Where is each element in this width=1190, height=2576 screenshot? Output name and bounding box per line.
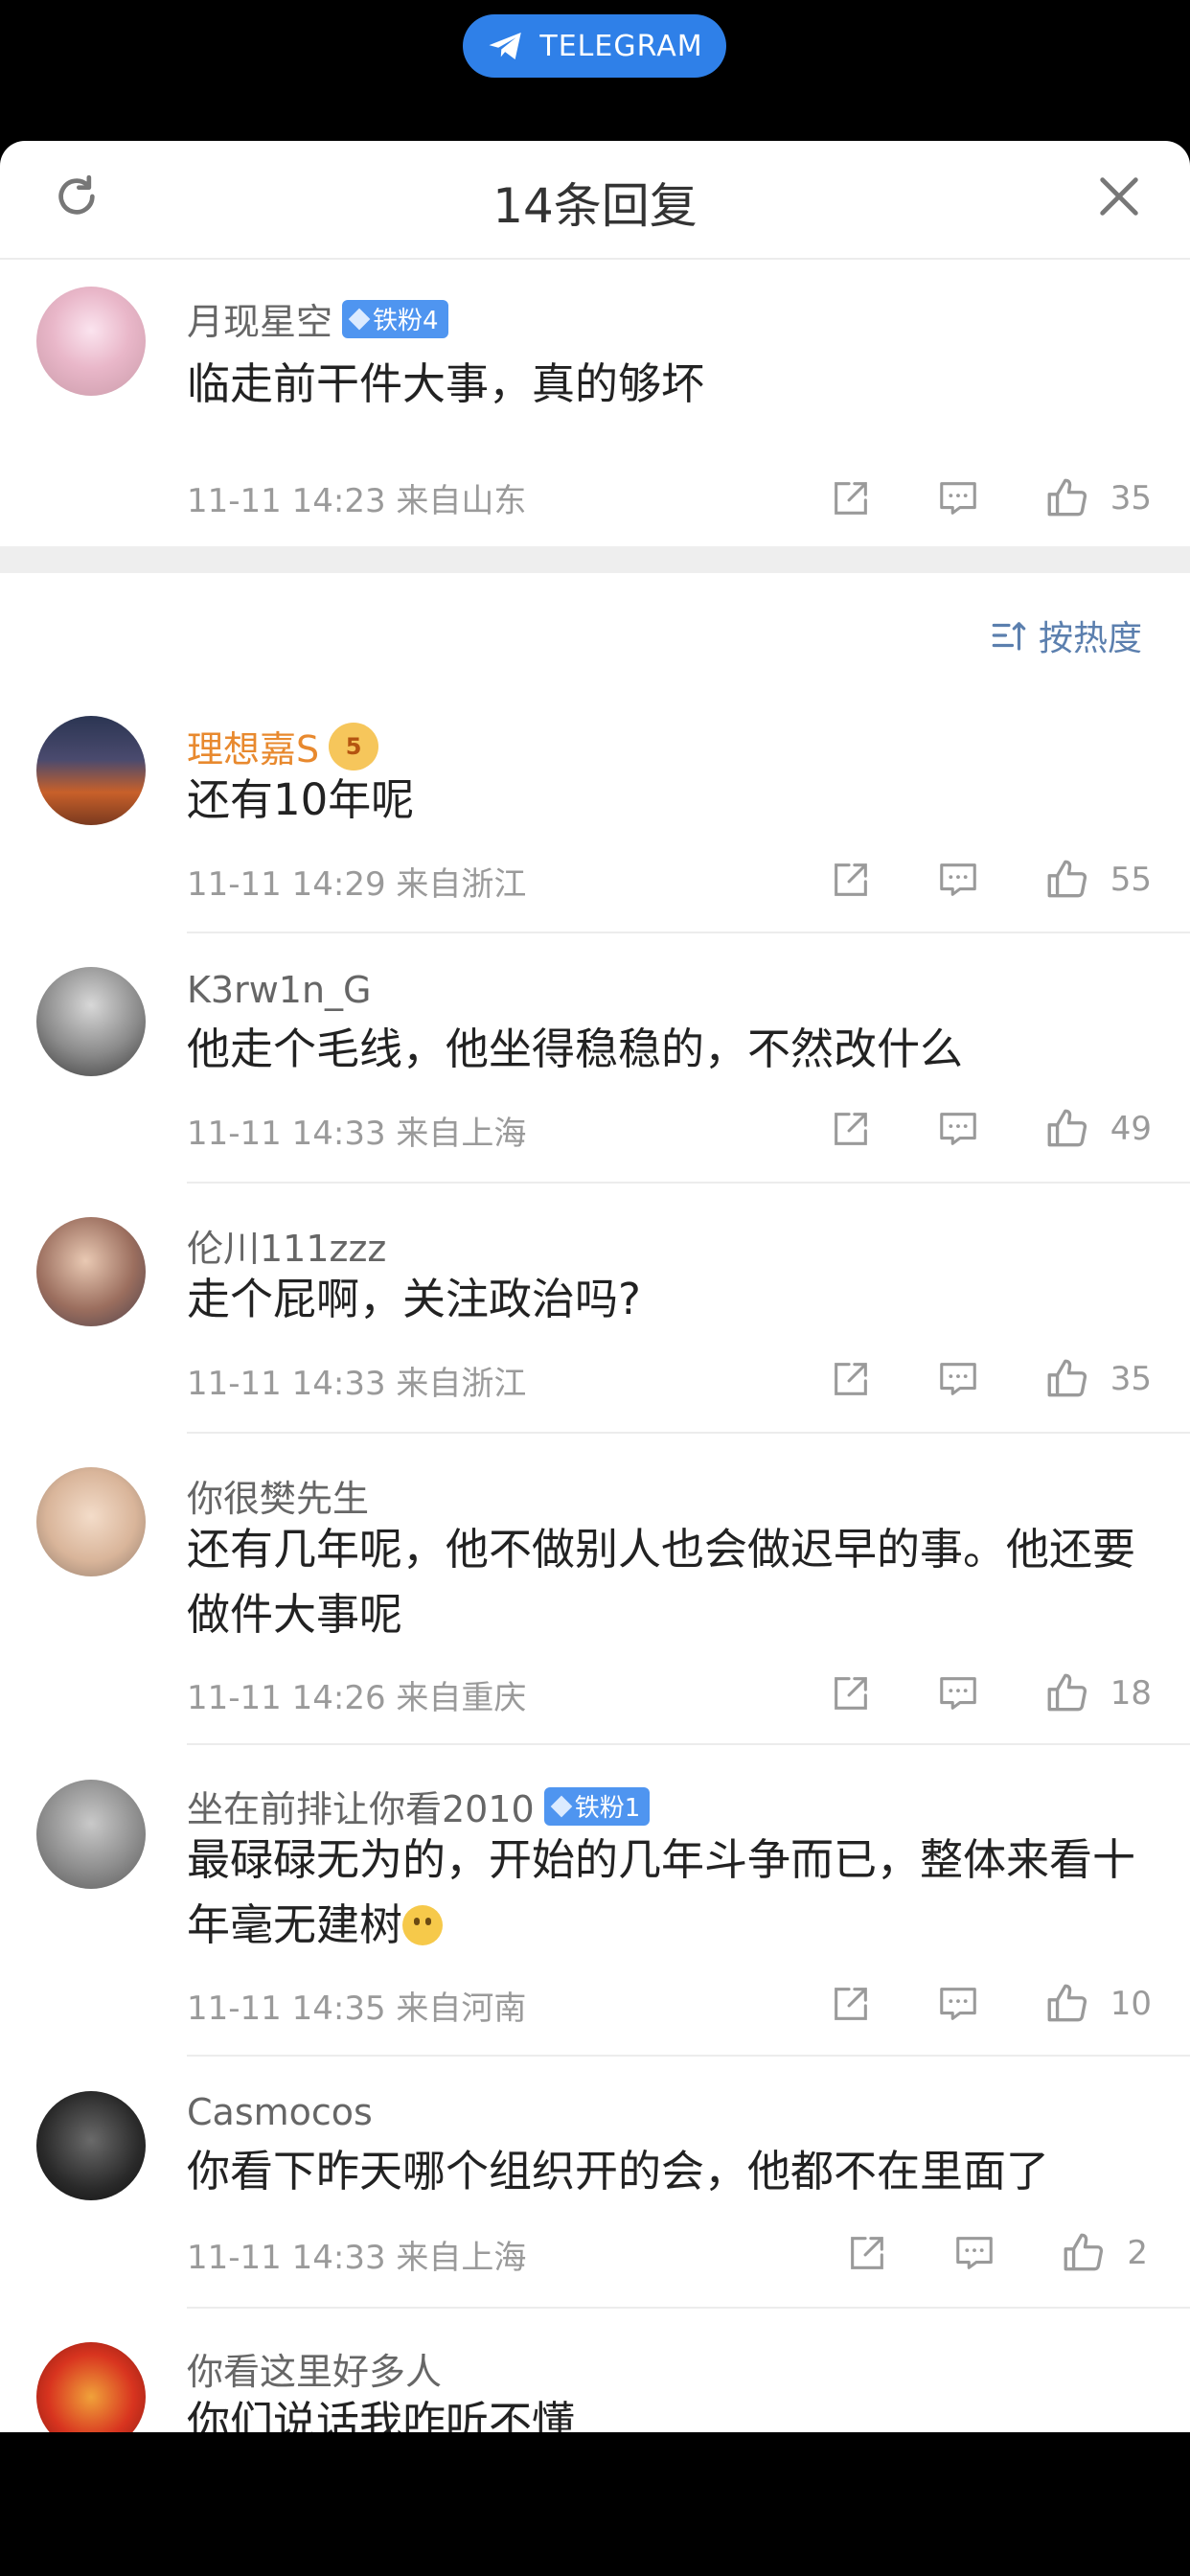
telegram-label: TELEGRAM [539,29,703,63]
thumbs-up-icon [1047,1673,1087,1712]
page-title: 14条回复 [492,178,698,234]
comment-meta: 11-11 14:33 来自上海 [187,1115,527,1153]
diamond-icon [348,308,371,330]
comment-actions: 35 [829,472,1152,524]
comment-actions: 18 [829,1668,1152,1719]
comment-icon[interactable] [936,476,980,520]
comment-text: 最碌碌无为的，开始的几年斗争而已，整体来看十年毫无建树 [187,1834,1136,1950]
comment-text: 走个屁啊，关注政治吗? [187,1274,641,1324]
smile-emoji-icon [402,1905,444,1945]
comment-author[interactable]: 月现星空 铁粉4 [187,292,448,345]
comment-text: 还有10年呢 [187,774,415,825]
share-icon[interactable] [829,1357,873,1401]
comment-author[interactable]: 理想嘉S 5 [187,720,379,772]
like-button[interactable]: 49 [1043,1105,1152,1153]
comment-meta: 11-11 14:26 来自重庆 [187,1679,527,1717]
comment-author[interactable]: 坐在前排让你看2010 铁粉1 [187,1780,651,1832]
avatar[interactable] [36,967,146,1076]
thumbs-up-icon [1047,1109,1087,1147]
share-icon[interactable] [829,1107,873,1151]
comment-actions: 49 [829,1103,1152,1155]
avatar[interactable] [36,2342,146,2432]
comment-author[interactable]: K3rw1n_G [187,969,372,1011]
comment-meta: 11-11 14:23 来自山东 [187,482,527,520]
share-icon[interactable] [829,1671,873,1715]
like-button[interactable]: 55 [1043,856,1152,904]
thumbs-up-icon [1047,478,1087,517]
avatar[interactable] [36,1217,146,1326]
comment-icon[interactable] [952,2231,996,2275]
like-button[interactable]: 10 [1043,1980,1152,2028]
avatar[interactable] [36,1467,146,1576]
comment-text: 还有几年呢，他不做别人也会做迟早的事。他还要做件大事呢 [187,1524,1136,1640]
row-divider [187,1743,1190,1745]
comment-icon[interactable] [936,1357,980,1401]
replies-sheet: 14条回复 月现星空 铁粉4 临走前干件大事，真的够坏 11-11 14:23 … [0,141,1190,2432]
comment-meta: 11-11 14:33 来自浙江 [187,1365,527,1403]
thumbs-up-icon [1047,1359,1087,1397]
comment-actions: 35 [829,1353,1152,1405]
comment-text: 你们说话我咋听不懂 [187,2397,576,2432]
fan-badge: 铁粉4 [342,299,448,338]
like-button[interactable]: 35 [1043,1355,1152,1403]
diamond-icon [550,1795,573,1817]
share-icon[interactable] [829,476,873,520]
row-divider [187,2055,1190,2057]
comment-meta: 11-11 14:35 来自河南 [187,1990,527,2028]
avatar[interactable] [36,716,146,825]
comment-icon[interactable] [936,858,980,902]
telegram-icon [489,33,522,59]
thumbs-up-icon [1047,1984,1087,2022]
bottom-bar [0,2432,1190,2576]
comment-author[interactable]: Casmocos [187,2091,373,2133]
like-button[interactable]: 35 [1043,474,1152,522]
comment-author[interactable]: 你很樊先生 [187,1469,369,1522]
comment-icon[interactable] [936,1671,980,1715]
share-icon[interactable] [829,1982,873,2026]
comment-meta: 11-11 14:29 来自浙江 [187,865,527,904]
thumbs-up-icon [1047,860,1087,898]
comment-author[interactable]: 你看这里好多人 [187,2342,442,2395]
fan-badge: 铁粉1 [543,1786,651,1826]
section-divider [0,546,1190,573]
row-divider [187,932,1190,933]
comment-icon[interactable] [936,1982,980,2026]
avatar[interactable] [36,2091,146,2200]
share-icon[interactable] [845,2231,889,2275]
comment-actions: 10 [829,1978,1152,2030]
row-divider [187,1182,1190,1184]
telegram-button[interactable]: TELEGRAM [463,14,726,78]
comment-text: 你看下昨天哪个组织开的会，他都不在里面了 [187,2146,1050,2196]
row-divider [187,2307,1190,2309]
crown-icon: 5 [329,722,379,770]
thumbs-up-icon [1064,2233,1104,2271]
sort-icon [992,622,1026,651]
share-icon[interactable] [829,858,873,902]
comment-icon[interactable] [936,1107,980,1151]
sort-by-heat-button[interactable]: 按热度 [989,610,1142,660]
like-button[interactable]: 2 [1060,2229,1148,2277]
sheet-header: 14条回复 [0,141,1190,260]
close-icon[interactable] [1094,172,1144,221]
comment-actions: 2 [845,2227,1148,2279]
comment-author[interactable]: 伦川111zzz [187,1219,386,1272]
comment-meta: 11-11 14:33 来自上海 [187,2239,527,2277]
comment-actions: 55 [829,854,1152,906]
comment-text: 临走前干件大事，真的够坏 [187,358,705,409]
row-divider [187,1432,1190,1434]
avatar[interactable] [36,287,146,396]
avatar[interactable] [36,1780,146,1889]
like-button[interactable]: 18 [1043,1669,1152,1717]
comment-text: 他走个毛线，他坐得稳稳的，不然改什么 [187,1024,964,1074]
